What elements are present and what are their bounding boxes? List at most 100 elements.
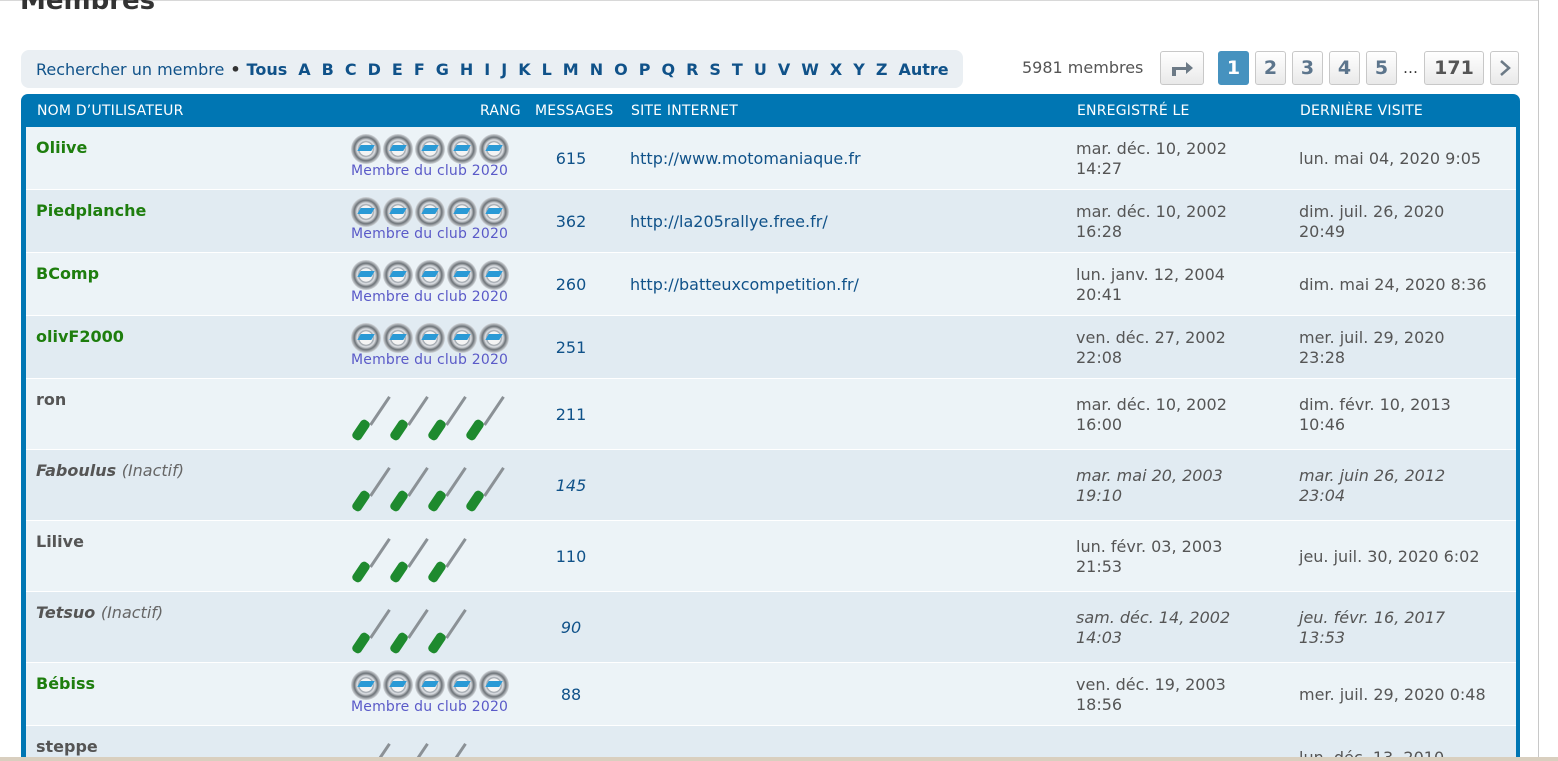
username-link[interactable]: ron [36, 390, 66, 409]
username-link[interactable]: Faboulus (Inactif) [36, 461, 184, 480]
col-last-visit[interactable]: DERNIÈRE VISITE [1300, 103, 1423, 119]
letter-b[interactable]: B [322, 60, 334, 79]
last-visit-day: mer. juil. 29, 2020 0:48 [1299, 685, 1486, 704]
letter-f[interactable]: F [414, 60, 425, 79]
table-row: steppe lun. déc. 13, 2010 [26, 726, 1516, 761]
letter-k[interactable]: K [518, 60, 530, 79]
registered-day: mar. mai 20, 2003 [1076, 466, 1223, 485]
table-row: olivF2000 Membre du club 2020 251 ven. déc.… [26, 316, 1516, 379]
message-count[interactable]: 211 [536, 405, 606, 424]
last-visit-day: lun. mai 04, 2020 9:05 [1299, 149, 1482, 168]
username-link[interactable]: Bébiss [36, 674, 95, 693]
registered-date: mar. déc. 10, 2002 16:00 [1076, 395, 1227, 435]
username-text[interactable]: Oliive [36, 138, 87, 157]
letter-x[interactable]: X [830, 60, 842, 79]
wheel-icon [447, 260, 477, 290]
screwdriver-icon [464, 391, 505, 443]
letter-m[interactable]: M [563, 60, 579, 79]
message-count[interactable]: 251 [536, 338, 606, 357]
next-page-button[interactable] [1490, 51, 1519, 85]
screwdriver-icon [350, 604, 391, 656]
letter-g[interactable]: G [436, 60, 449, 79]
last-visit-day: mar. juin 26, 2012 [1299, 466, 1446, 485]
username-link[interactable]: Oliive [36, 138, 87, 157]
letter-q[interactable]: Q [661, 60, 675, 79]
letter-j[interactable]: J [501, 60, 507, 79]
registered-date: lun. févr. 03, 2003 21:53 [1076, 537, 1222, 577]
message-count[interactable]: 260 [536, 275, 606, 294]
rank-badge-text: Membre du club 2020 [351, 163, 509, 179]
username-text[interactable]: ron [36, 390, 66, 409]
username-text[interactable]: BComp [36, 264, 99, 283]
website-link[interactable]: http://la205rallye.free.fr/ [630, 212, 828, 231]
letter-r[interactable]: R [686, 60, 698, 79]
username-link[interactable]: Tetsuo (Inactif) [36, 603, 163, 622]
letter-a[interactable]: A [298, 60, 310, 79]
message-count[interactable]: 88 [536, 685, 606, 704]
col-website[interactable]: SITE INTERNET [631, 103, 738, 119]
col-username[interactable]: NOM D’UTILISATEUR [37, 103, 184, 119]
username-text[interactable]: Tetsuo [36, 603, 95, 622]
message-count[interactable]: 362 [536, 212, 606, 231]
message-count[interactable]: 90 [536, 618, 606, 637]
letter-t[interactable]: T [732, 60, 743, 79]
username-text[interactable]: Lilive [36, 532, 84, 551]
letter-z[interactable]: Z [876, 60, 888, 79]
letter-h[interactable]: H [460, 60, 473, 79]
username-text[interactable]: steppe [36, 737, 98, 756]
username-text[interactable]: olivF2000 [36, 327, 124, 346]
page-3-button[interactable]: 3 [1292, 51, 1323, 85]
message-count[interactable]: 145 [536, 476, 606, 495]
letter-e[interactable]: E [392, 60, 403, 79]
letter-v[interactable]: V [778, 60, 790, 79]
username-text[interactable]: Faboulus [36, 461, 116, 480]
letter-d[interactable]: D [368, 60, 381, 79]
letter-tous[interactable]: Tous [247, 60, 288, 79]
username-link[interactable]: steppe [36, 737, 98, 756]
page-2-button[interactable]: 2 [1255, 51, 1286, 85]
col-rank[interactable]: RANG [480, 103, 521, 119]
username-text[interactable]: Piedplanche [36, 201, 146, 220]
website-link[interactable]: http://www.motomaniaque.fr [630, 149, 861, 168]
last-visit-date: dim. mai 24, 2020 8:36 [1299, 275, 1487, 295]
website-link[interactable]: http://batteuxcompetition.fr/ [630, 275, 859, 294]
col-messages[interactable]: MESSAGES [535, 103, 613, 119]
letter-y[interactable]: Y [853, 60, 865, 79]
letter-u[interactable]: U [754, 60, 767, 79]
col-registered[interactable]: ENREGISTRÉ LE [1077, 103, 1190, 119]
page-1-button[interactable]: 1 [1218, 51, 1249, 85]
username-link[interactable]: Lilive [36, 532, 84, 551]
page-4-button[interactable]: 4 [1329, 51, 1360, 85]
letter-n[interactable]: N [590, 60, 603, 79]
username-link[interactable]: Piedplanche [36, 201, 146, 220]
last-visit-date: mar. juin 26, 2012 23:04 [1299, 466, 1445, 506]
letter-i[interactable]: I [484, 60, 490, 79]
letter-p[interactable]: P [639, 60, 651, 79]
letter-l[interactable]: L [542, 60, 552, 79]
screwdriver-icon [388, 391, 429, 443]
letter-s[interactable]: S [709, 60, 721, 79]
jump-to-page-button[interactable] [1160, 51, 1204, 85]
message-count[interactable]: 615 [536, 149, 606, 168]
member-count: 5981 membres [1022, 58, 1144, 77]
wheel-icon [415, 260, 445, 290]
page-5-button[interactable]: 5 [1366, 51, 1397, 85]
registered-date: sam. déc. 14, 2002 14:03 [1076, 608, 1230, 648]
username-link[interactable]: olivF2000 [36, 327, 124, 346]
username-link[interactable]: BComp [36, 264, 99, 283]
letter-o[interactable]: O [614, 60, 628, 79]
top-rule [0, 0, 1538, 1]
username-text[interactable]: Bébiss [36, 674, 95, 693]
letter-w[interactable]: W [801, 60, 819, 79]
search-member-link[interactable]: Rechercher un membre [36, 60, 224, 79]
screwdriver-icon [350, 462, 391, 514]
wheel-icon [351, 260, 381, 290]
message-count[interactable]: 110 [536, 547, 606, 566]
rank-club-badge: Membre du club 2020 [351, 670, 511, 715]
last-page-button[interactable]: 171 [1424, 51, 1484, 85]
wheel-icon [447, 197, 477, 227]
table-row: ron 211 mar. déc. 10, 2002 16:00 dim. févr. … [26, 379, 1516, 450]
letter-autre[interactable]: Autre [898, 60, 948, 79]
letter-c[interactable]: C [345, 60, 357, 79]
chevron-right-icon [1499, 60, 1511, 76]
